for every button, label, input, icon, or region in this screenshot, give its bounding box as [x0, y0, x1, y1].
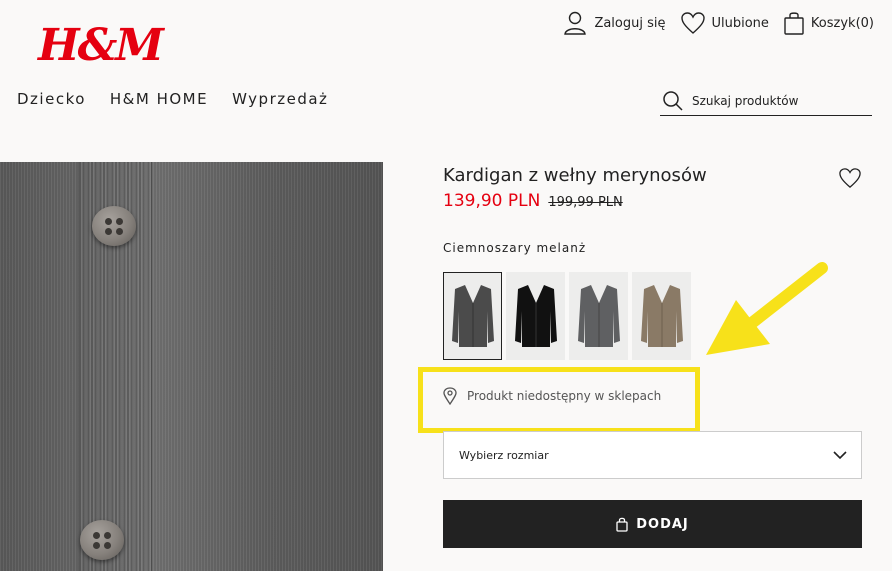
- search-placeholder: Szukaj produktów: [692, 93, 799, 108]
- annotation-highlight-box: [418, 367, 700, 433]
- cart-link[interactable]: Koszyk(0): [783, 10, 874, 36]
- user-icon: [564, 11, 587, 35]
- login-label: Zaloguj się: [594, 15, 666, 31]
- cardigan-button-bottom: [80, 520, 124, 560]
- cardigan-button-top: [92, 206, 136, 246]
- swatch-dark-grey[interactable]: [443, 272, 502, 360]
- selected-color-name: Ciemnoszary melanż: [443, 241, 587, 255]
- login-link[interactable]: Zaloguj się: [562, 10, 666, 36]
- product-image[interactable]: [0, 162, 383, 571]
- size-select-label: Wybierz rozmiar: [459, 448, 549, 462]
- cardigan-thumbnail-beige: [640, 285, 683, 347]
- favorites-label: Ulubione: [711, 15, 769, 31]
- add-to-favorites-icon[interactable]: [838, 167, 862, 189]
- swatch-beige[interactable]: [632, 272, 691, 360]
- add-to-bag-label: DODAJ: [636, 516, 689, 532]
- favorites-link[interactable]: Ulubione: [680, 11, 769, 35]
- annotation-arrow-icon: [706, 262, 828, 355]
- add-to-bag-button[interactable]: DODAJ: [443, 500, 862, 548]
- bag-icon: [616, 517, 628, 532]
- cardigan-thumbnail-dark-grey: [451, 285, 494, 347]
- nav-item-dziecko[interactable]: Dziecko: [17, 90, 86, 108]
- size-select[interactable]: Wybierz rozmiar: [443, 431, 862, 479]
- nav-item-wyprzedaz[interactable]: Wyprzedaż: [232, 90, 328, 108]
- swatch-grey[interactable]: [569, 272, 628, 360]
- product-title: Kardigan z wełny merynosów: [443, 165, 707, 186]
- bag-icon: [784, 12, 804, 35]
- chevron-down-icon: [833, 451, 847, 460]
- cardigan-thumbnail-black: [514, 285, 557, 347]
- hm-logo[interactable]: H&M: [38, 24, 164, 68]
- cardigan-thumbnail-grey: [577, 285, 620, 347]
- account-bar: Zaloguj się Ulubione Koszyk(0): [562, 10, 874, 36]
- heart-icon: [680, 12, 705, 34]
- original-price: 199,99 PLN: [548, 195, 623, 210]
- main-nav: Dziecko H&M HOME Wyprzedaż: [17, 90, 328, 108]
- swatch-black[interactable]: [506, 272, 565, 360]
- sale-price: 139,90 PLN: [443, 191, 541, 211]
- search-icon: [663, 90, 683, 111]
- search-field[interactable]: Szukaj produktów: [660, 86, 872, 116]
- color-swatches: [443, 272, 691, 360]
- cart-label: Koszyk(0): [810, 15, 874, 31]
- product-price: 139,90 PLN 199,99 PLN: [443, 191, 623, 211]
- nav-item-hm-home[interactable]: H&M HOME: [110, 90, 208, 108]
